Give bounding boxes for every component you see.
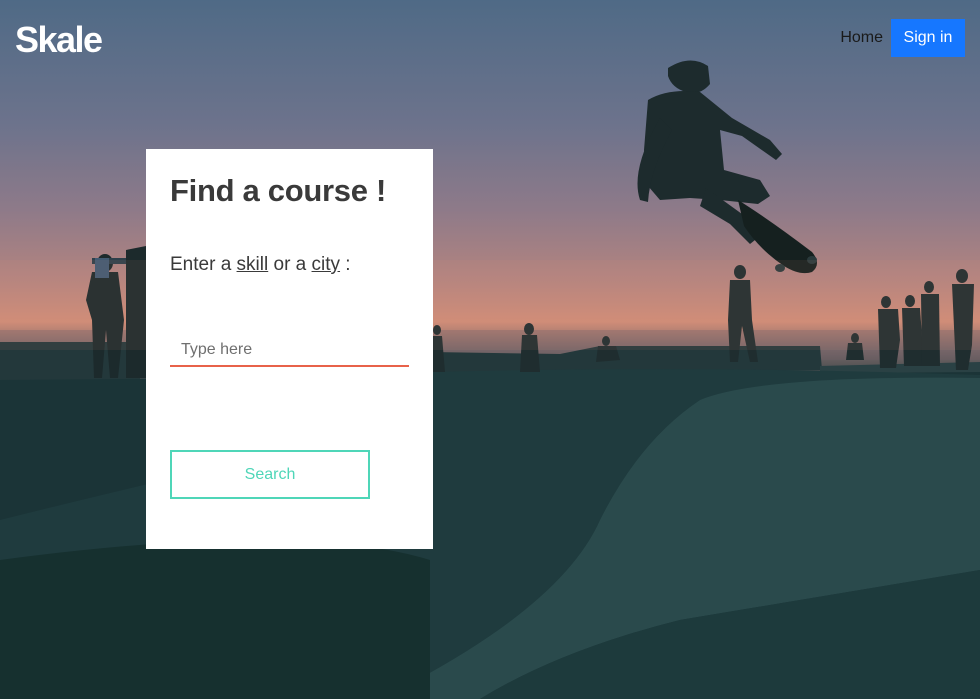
prompt-middle: or a xyxy=(268,254,312,275)
prompt-skill: skill xyxy=(236,254,269,275)
prompt-suffix: : xyxy=(340,254,351,275)
find-course-card: Find a course ! Enter a skill or a city … xyxy=(146,149,433,549)
top-nav: Home Sign in xyxy=(840,19,965,57)
page: Skale Home Sign in Find a course ! Enter… xyxy=(0,0,980,699)
search-button[interactable]: Search xyxy=(170,450,370,499)
card-title: Find a course ! xyxy=(170,173,386,208)
nav-home-link[interactable]: Home xyxy=(840,19,883,57)
search-prompt: Enter a skill or a city : xyxy=(170,254,351,276)
sign-in-button[interactable]: Sign in xyxy=(891,19,965,57)
prompt-city: city xyxy=(311,254,341,275)
skale-logo[interactable]: Skale xyxy=(15,18,103,62)
prompt-prefix: Enter a xyxy=(170,254,237,275)
search-input[interactable] xyxy=(170,335,409,367)
